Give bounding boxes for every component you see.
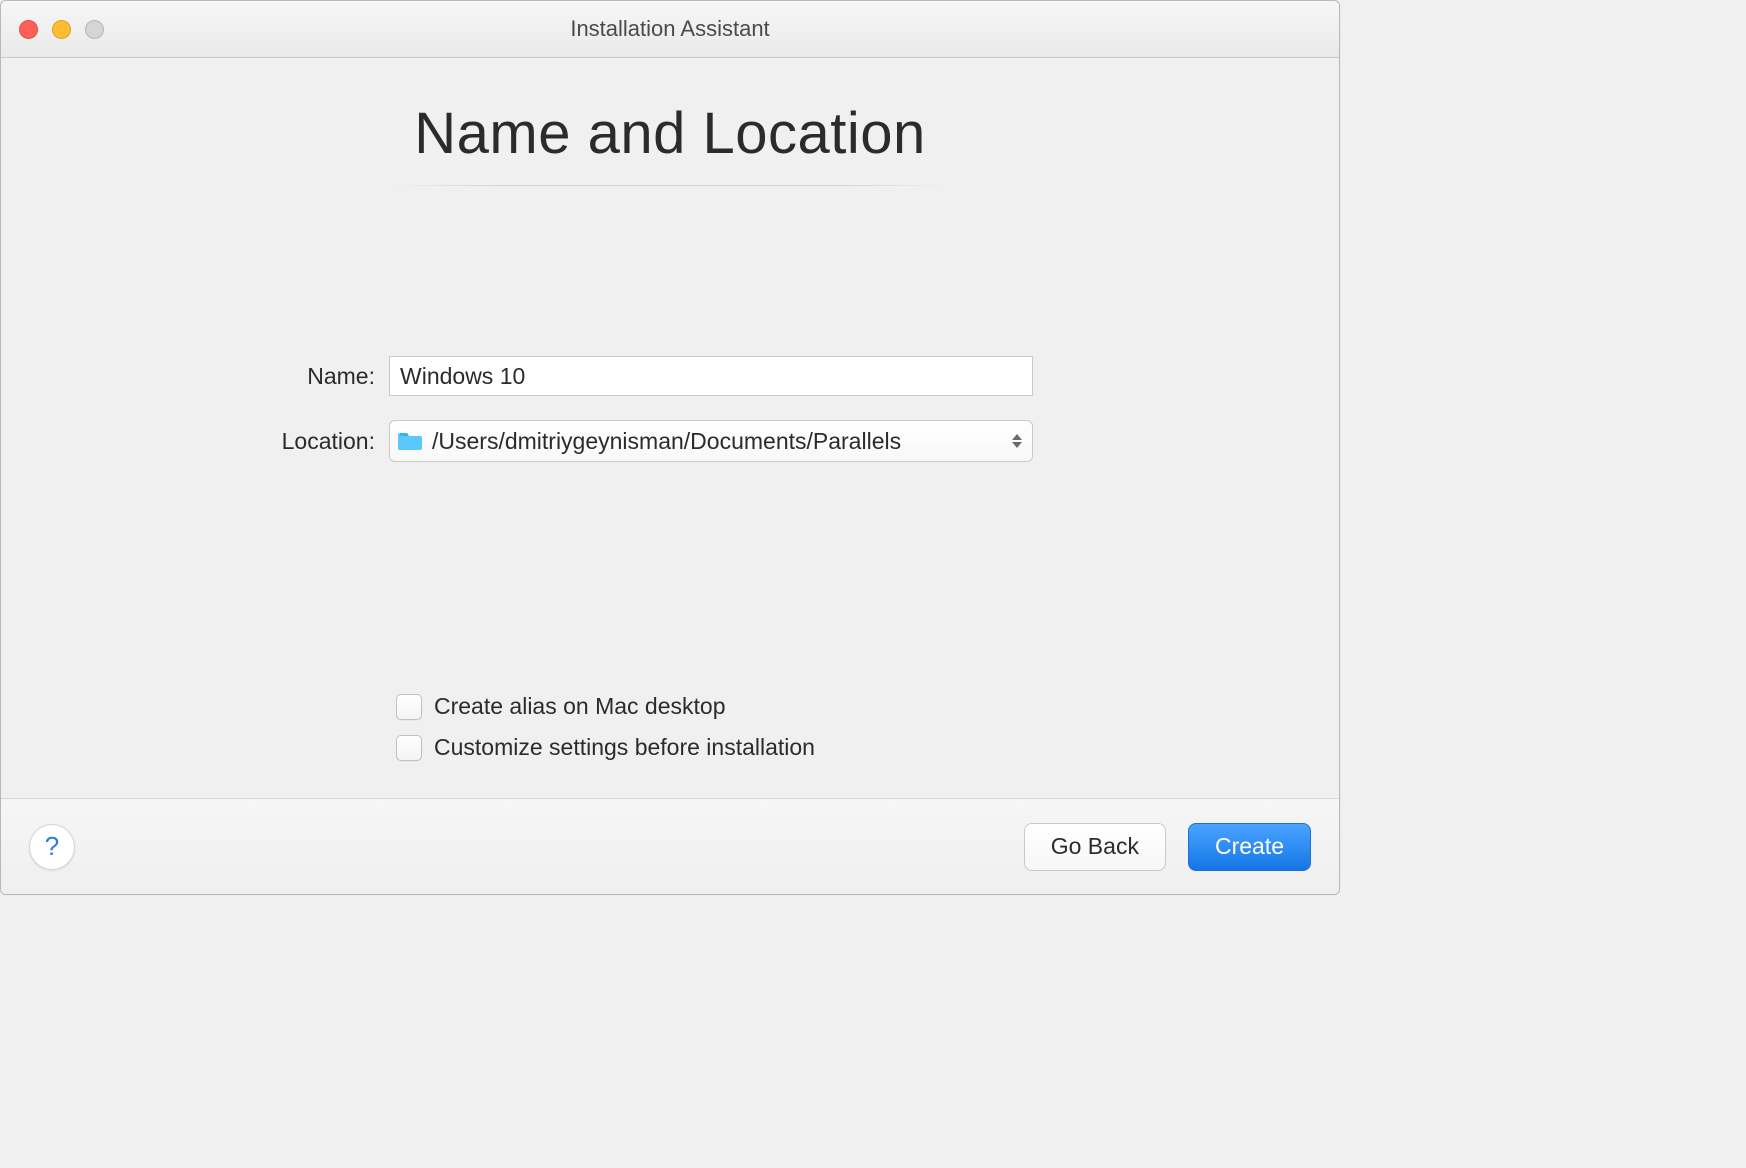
page-title: Name and Location [414, 100, 926, 167]
folder-icon [398, 431, 422, 451]
location-dropdown[interactable]: /Users/dmitriygeynisman/Documents/Parall… [389, 420, 1033, 462]
create-button[interactable]: Create [1188, 823, 1311, 871]
customize-settings-checkbox[interactable] [396, 735, 422, 761]
customize-settings-option: Customize settings before installation [396, 734, 815, 761]
help-button[interactable]: ? [29, 824, 75, 870]
customize-settings-label: Customize settings before installation [434, 734, 815, 761]
footer: ? Go Back Create [1, 798, 1339, 894]
maximize-window-button[interactable] [85, 20, 104, 39]
window-controls [19, 20, 104, 39]
create-label: Create [1215, 833, 1284, 860]
titlebar: Installation Assistant [1, 1, 1339, 58]
name-input[interactable] [389, 356, 1033, 396]
location-value: /Users/dmitriygeynisman/Documents/Parall… [432, 428, 1012, 455]
minimize-window-button[interactable] [52, 20, 71, 39]
installation-assistant-window: Installation Assistant Name and Location… [0, 0, 1340, 895]
create-alias-checkbox[interactable] [396, 694, 422, 720]
help-icon: ? [45, 831, 59, 862]
options-group: Create alias on Mac desktop Customize se… [396, 693, 815, 761]
location-label: Location: [1, 428, 389, 455]
close-window-button[interactable] [19, 20, 38, 39]
name-label: Name: [1, 363, 389, 390]
dropdown-stepper-icon [1012, 434, 1022, 448]
name-row: Name: [1, 356, 1339, 396]
go-back-button[interactable]: Go Back [1024, 823, 1166, 871]
form: Name: Location: /Users/dmitriygeynisman/… [1, 356, 1339, 462]
create-alias-label: Create alias on Mac desktop [434, 693, 726, 720]
go-back-label: Go Back [1051, 833, 1139, 860]
window-title: Installation Assistant [1, 16, 1339, 42]
create-alias-option: Create alias on Mac desktop [396, 693, 815, 720]
content-area: Name and Location Name: Location: /Users… [1, 58, 1339, 798]
divider [390, 185, 950, 186]
location-row: Location: /Users/dmitriygeynisman/Docume… [1, 420, 1339, 462]
